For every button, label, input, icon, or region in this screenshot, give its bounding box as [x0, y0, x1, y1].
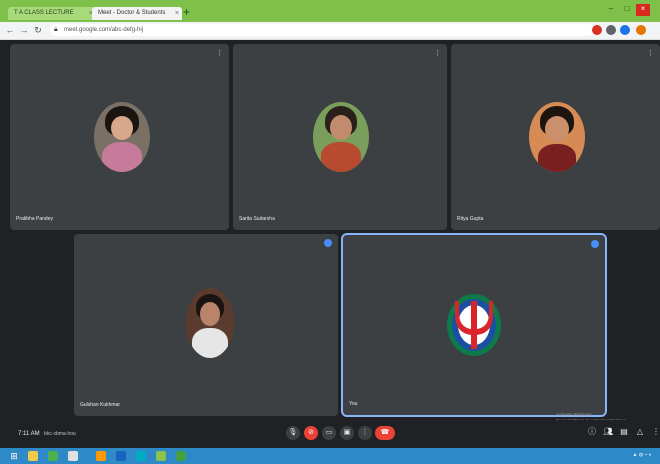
settings-icon[interactable]: ⋮: [651, 427, 660, 437]
more-vert-icon[interactable]: ⋮: [647, 49, 654, 57]
app-icon[interactable]: [156, 451, 166, 461]
end-call-icon[interactable]: ☎︎: [375, 426, 395, 440]
system-tray[interactable]: ▲ ◍ ⌁ 🔈︎: [633, 452, 653, 458]
windows-taskbar: ⊞ ▲ ◍ ⌁ 🔈︎: [0, 448, 660, 464]
participant-avatar: [529, 102, 585, 172]
more-vert-icon[interactable]: ⋮: [216, 49, 223, 57]
file-explorer-icon[interactable]: [28, 451, 38, 461]
chrome-icon[interactable]: [48, 451, 58, 461]
app-icon[interactable]: [96, 451, 106, 461]
camera-icon[interactable]: ⊘: [304, 426, 318, 440]
app-icon[interactable]: [68, 451, 78, 461]
meeting-stage: ⋮ Pratibha Pandey ⋮ Sarita Sudarsha ⋮ Ri…: [0, 40, 660, 420]
app-icon[interactable]: [116, 451, 126, 461]
participant-tile[interactable]: Gulshan Kukhmar: [74, 234, 338, 416]
meeting-time: 7:11 AM: [18, 431, 40, 437]
reload-icon[interactable]: ↻: [32, 24, 44, 36]
psi-logo-icon: [445, 287, 503, 359]
more-vert-icon[interactable]: ⋮: [358, 426, 372, 440]
present-icon[interactable]: ▣: [340, 426, 354, 440]
people-icon[interactable]: 👥︎: [603, 427, 613, 437]
activities-icon[interactable]: △: [635, 427, 645, 437]
extension-icon[interactable]: [606, 25, 616, 35]
mic-muted-icon: [591, 240, 599, 248]
chat-icon[interactable]: ▤: [619, 427, 629, 437]
info-icon[interactable]: ⓘ: [587, 427, 597, 437]
windows-start-icon[interactable]: ⊞: [8, 450, 20, 462]
participant-name: You: [349, 401, 358, 407]
participant-name: Ritya Gupta: [457, 216, 484, 222]
mic-icon[interactable]: 🎙︎: [286, 426, 300, 440]
browser-tab-1-label: T A CLASS LECTURE: [14, 10, 74, 16]
extension-icon[interactable]: [620, 25, 630, 35]
app-icon[interactable]: [176, 451, 186, 461]
extension-icon[interactable]: [592, 25, 602, 35]
browser-tab-strip: T A CLASS LECTURE × Meet - Doctor & Stud…: [0, 0, 660, 23]
app-icon[interactable]: [136, 451, 146, 461]
participant-tile[interactable]: ⋮ Ritya Gupta: [451, 44, 660, 230]
window-close-icon[interactable]: ×: [636, 4, 650, 16]
mic-muted-icon: [324, 239, 332, 247]
participant-avatar: [94, 102, 150, 172]
participant-tile[interactable]: ⋮ Pratibha Pandey: [10, 44, 229, 230]
meeting-controls-bar: 7:11 AM bkc-xbma-hou 🎙︎ ⊘ ▭ ▣ ⋮ ☎︎ ⓘ 👥︎ …: [0, 420, 660, 448]
profile-avatar-icon[interactable]: [636, 25, 646, 35]
browser-tab-1[interactable]: T A CLASS LECTURE ×: [8, 7, 96, 20]
browser-tab-2[interactable]: Meet - Doctor & Students ×: [92, 7, 182, 20]
forward-icon[interactable]: →: [18, 24, 30, 36]
participant-name: Gulshan Kukhmar: [80, 402, 121, 408]
participant-avatar: [186, 288, 234, 358]
address-bar: ← → ↻ 🔒︎ meet.google.com/abc-defg-hij: [0, 22, 660, 40]
self-view-tile[interactable]: You: [341, 233, 607, 417]
lock-icon: 🔒︎: [54, 26, 58, 33]
url-input[interactable]: 🔒︎ meet.google.com/abc-defg-hij: [50, 24, 594, 36]
captions-icon[interactable]: ▭: [322, 426, 336, 440]
new-tab-plus-icon[interactable]: +: [183, 6, 197, 18]
back-icon[interactable]: ←: [4, 24, 16, 36]
participant-tile[interactable]: ⋮ Sarita Sudarsha: [233, 44, 447, 230]
url-text: meet.google.com/abc-defg-hij: [64, 27, 144, 33]
participant-avatar: [313, 102, 369, 172]
more-vert-icon[interactable]: ⋮: [434, 49, 441, 57]
participant-name: Sarita Sudarsha: [239, 216, 275, 222]
minimize-icon[interactable]: –: [604, 4, 618, 16]
close-icon[interactable]: ×: [175, 7, 179, 20]
browser-tab-2-label: Meet - Doctor & Students: [98, 10, 166, 16]
participant-name: Pratibha Pandey: [16, 216, 53, 222]
maximize-icon[interactable]: □: [620, 4, 634, 16]
meeting-code: bkc-xbma-hou: [44, 431, 76, 437]
